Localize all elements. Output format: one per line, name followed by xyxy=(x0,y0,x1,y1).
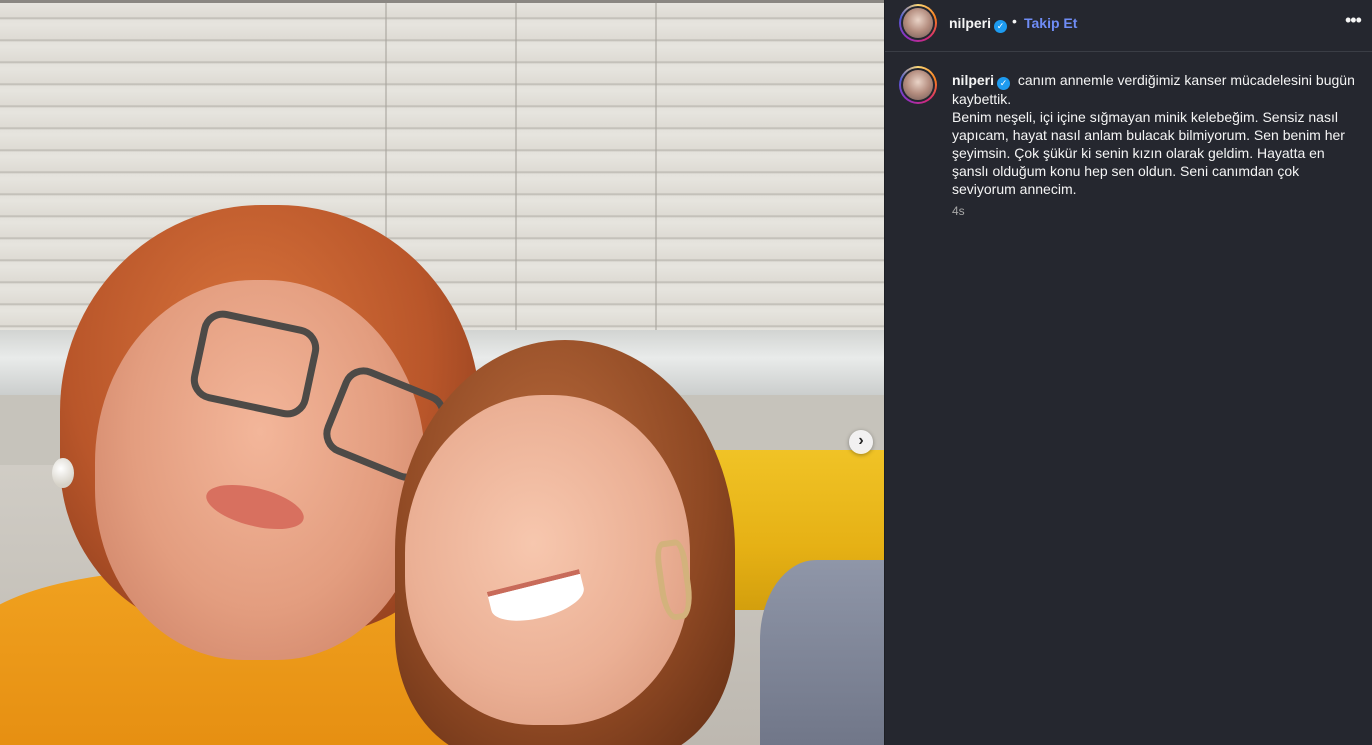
blind-cord xyxy=(515,3,517,333)
avatar-story-ring xyxy=(901,68,935,102)
avatar-story-ring xyxy=(901,6,935,40)
avatar-image xyxy=(903,8,933,38)
post-header: nilperi ✓ • Takip Et ••• xyxy=(885,0,1372,52)
photo-person-right-face xyxy=(405,395,690,725)
caption-line: canım annemle verdiğimiz kanser mücadele… xyxy=(952,72,1355,107)
verified-badge-icon: ✓ xyxy=(994,20,1008,33)
next-media-button[interactable]: › xyxy=(849,430,873,454)
photo-person-right-top xyxy=(760,560,884,745)
author-username-link[interactable]: nilperi ✓ xyxy=(949,15,1008,33)
author-avatar[interactable] xyxy=(899,4,937,42)
post-media: › xyxy=(0,0,884,745)
avatar-image xyxy=(903,70,933,100)
author-username[interactable]: nilperi xyxy=(949,15,991,31)
post-details-panel: nilperi ✓ • Takip Et ••• nilperi ✓ canım a… xyxy=(884,0,1372,745)
caption-text: nilperi ✓ canım annemle verdiğimiz kanser… xyxy=(952,71,1357,198)
caption-line: Benim neşeli, içi içine sığmayan minik k… xyxy=(952,109,1345,197)
more-options-icon[interactable]: ••• xyxy=(1345,10,1362,31)
caption-author-avatar[interactable] xyxy=(899,66,937,104)
caption-username[interactable]: nilperi ✓ xyxy=(952,72,1011,90)
chevron-right-icon: › xyxy=(858,432,864,449)
follow-button[interactable]: Takip Et xyxy=(1024,15,1077,31)
header-separator: • xyxy=(1012,13,1017,29)
caption-username-text[interactable]: nilperi xyxy=(952,72,994,88)
photo-pearl-earring xyxy=(52,458,74,488)
blind-cord xyxy=(655,3,657,333)
post-timestamp[interactable]: 4s xyxy=(952,204,965,218)
verified-badge-icon: ✓ xyxy=(997,77,1011,90)
